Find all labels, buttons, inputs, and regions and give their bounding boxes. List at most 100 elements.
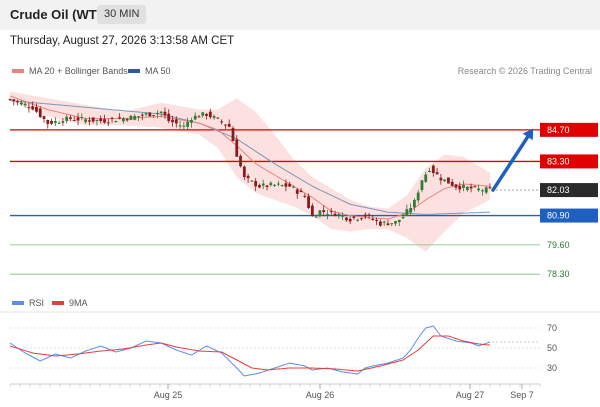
candle-body: [295, 189, 299, 194]
candle-body: [352, 216, 356, 218]
candle-body: [318, 210, 322, 217]
candle-body: [484, 187, 488, 193]
candle-body: [473, 186, 477, 188]
candle-body: [193, 115, 197, 120]
candle-body: [428, 170, 431, 172]
candle-body: [333, 213, 337, 217]
candle-body: [190, 119, 193, 123]
candle-body: [167, 113, 171, 122]
candle-body: [386, 223, 390, 226]
candle-body: [378, 221, 382, 226]
rsi-tick-50: 50: [547, 343, 557, 353]
candle-body: [246, 175, 250, 179]
candle-body: [458, 185, 462, 190]
candle-body: [488, 187, 492, 189]
candle-body: [303, 195, 307, 197]
candle-body: [27, 107, 31, 109]
candle-body: [76, 117, 80, 121]
candle-body: [413, 199, 416, 208]
candle-body: [137, 116, 140, 118]
candle-body: [205, 114, 208, 116]
candle-body: [121, 118, 125, 122]
candle-body: [273, 184, 276, 186]
rsi-tick-70: 70: [547, 323, 557, 333]
candle-body: [416, 192, 420, 201]
candle-body: [227, 123, 231, 127]
candle-body: [367, 214, 371, 216]
x-tick-label-Aug 27: Aug 27: [456, 390, 485, 400]
candle-body: [322, 210, 326, 213]
candle-body: [57, 122, 61, 124]
rsi-layer: 70 50 30: [0, 311, 600, 377]
candle-body: [469, 186, 473, 189]
candle-body: [99, 118, 103, 122]
candle-body: [144, 113, 148, 115]
candle-body: [182, 125, 186, 127]
candle-body: [125, 119, 129, 121]
candle-body: [341, 215, 344, 217]
candle-body: [201, 112, 205, 116]
candle-body: [61, 121, 65, 123]
candle-body: [420, 180, 424, 191]
candle-body: [250, 180, 254, 182]
candle-body: [360, 218, 363, 220]
rsi-tick-30: 30: [547, 363, 557, 373]
candle-body: [242, 166, 246, 178]
candle-body: [12, 99, 16, 102]
rsi-ma-line: [9, 335, 491, 372]
x-tick-label-Aug 26: Aug 26: [306, 390, 335, 400]
candle-body: [197, 116, 201, 118]
candle-body: [261, 183, 265, 186]
candle-body: [462, 184, 465, 188]
candle-body: [106, 122, 110, 124]
candle-body: [394, 221, 397, 224]
current-price-label: 82.03: [547, 185, 570, 195]
candle-body: [159, 111, 163, 113]
candle-body: [390, 223, 394, 225]
candle-body: [280, 185, 284, 187]
candle-body: [133, 116, 137, 120]
candle-body: [163, 111, 167, 116]
candle-body: [84, 119, 87, 123]
candle-body: [171, 119, 174, 123]
candle-body: [284, 183, 288, 187]
candle-body: [8, 99, 12, 101]
candle-body: [140, 114, 144, 116]
candle-body: [258, 185, 261, 188]
candle-body: [397, 219, 401, 223]
candle-body: [35, 107, 38, 112]
price-chart[interactable]: 84.70 83.30 80.90 79.60 78.30 82.03 70 50 30 A…: [0, 0, 600, 407]
candle-body: [91, 117, 95, 122]
candle-body: [212, 116, 216, 118]
level-label-78.30: 78.30: [547, 269, 570, 279]
candle-body: [439, 177, 443, 181]
candle-body: [443, 179, 447, 182]
candle-body: [409, 208, 413, 213]
candle-body: [216, 117, 220, 119]
candle-body: [239, 155, 242, 167]
candle-body: [16, 101, 19, 103]
candle-body: [231, 128, 235, 142]
candle-body: [224, 124, 227, 126]
candle-body: [465, 186, 469, 191]
candle-body: [65, 116, 69, 122]
candle-body: [314, 216, 318, 218]
candle-body: [356, 219, 360, 221]
level-label-84.70: 84.70: [547, 125, 570, 135]
candle-body: [19, 102, 23, 105]
candle-body: [450, 181, 454, 186]
candle-body: [269, 182, 273, 186]
candle-body: [326, 214, 329, 216]
candle-body: [348, 218, 352, 222]
candle-body: [481, 190, 484, 192]
x-tick-label-Aug 25: Aug 25: [154, 390, 183, 400]
candle-body: [382, 221, 386, 223]
candle-body: [87, 120, 91, 122]
candle-body: [292, 186, 295, 188]
candle-body: [363, 214, 367, 217]
candle-body: [401, 217, 405, 219]
candle-body: [178, 125, 182, 127]
candle-body: [329, 210, 333, 212]
candle-body: [371, 218, 375, 220]
candle-body: [186, 121, 190, 127]
